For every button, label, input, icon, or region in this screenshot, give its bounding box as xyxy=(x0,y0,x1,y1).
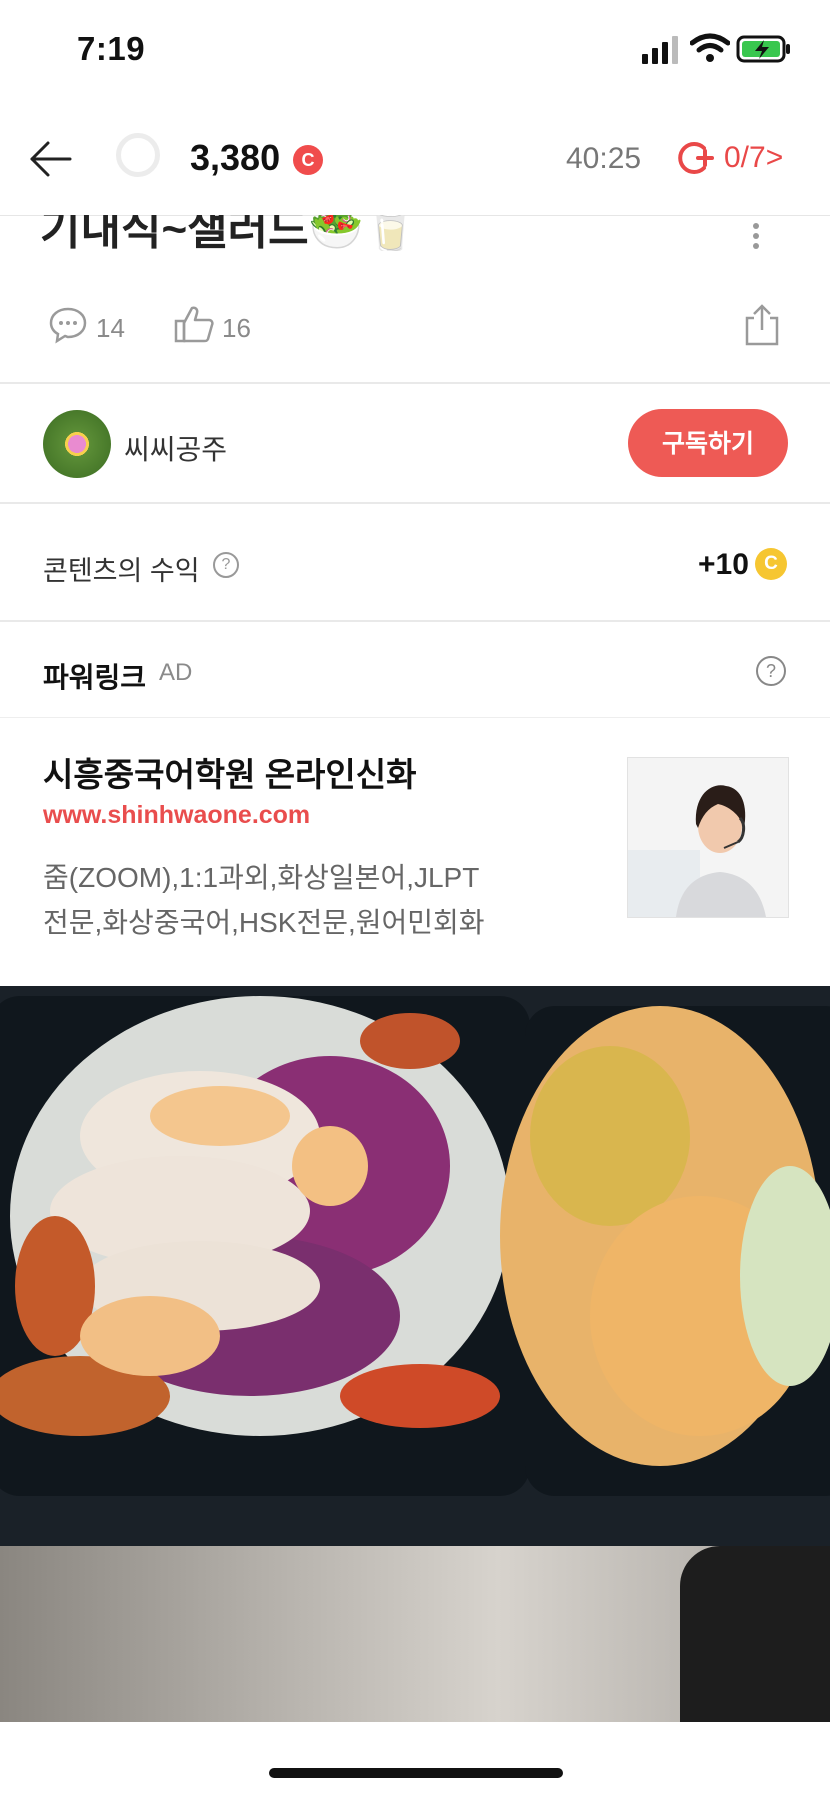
ad-tag: AD xyxy=(159,659,193,686)
comment-count: 14 xyxy=(96,313,125,343)
powerlink-title: 파워링크 xyxy=(43,662,147,693)
post-title-clip: 기내식~샐러드🥗🥛 xyxy=(40,215,640,251)
divider xyxy=(0,382,830,384)
status-time: 7:19 xyxy=(77,30,146,67)
food-photo xyxy=(0,986,830,1546)
content-revenue-label: 콘텐츠의 수익 xyxy=(43,556,200,586)
reading-progress-ring xyxy=(116,133,160,177)
battery-charging-icon xyxy=(736,35,790,63)
divider xyxy=(0,717,830,718)
ad-url-link[interactable]: www.shinhwaone.com xyxy=(43,801,310,830)
points-balance: 3,380 xyxy=(190,137,281,178)
help-icon[interactable]: ? xyxy=(756,656,786,686)
reading-timer: 40:25 xyxy=(566,142,642,175)
background-object xyxy=(680,1546,830,1722)
ad-title[interactable]: 시흥중국어학원 온라인신화 xyxy=(43,748,417,796)
coin-plus-icon[interactable] xyxy=(676,140,716,176)
subscribe-button[interactable]: 구독하기 xyxy=(628,409,788,477)
comment-icon[interactable] xyxy=(48,306,88,344)
author-avatar[interactable] xyxy=(43,410,111,478)
daily-progress-link[interactable]: 0/7> xyxy=(724,141,783,175)
divider xyxy=(0,502,830,504)
help-icon[interactable]: ? xyxy=(213,552,239,578)
content-revenue-value: +10 xyxy=(698,548,749,581)
home-indicator[interactable] xyxy=(269,1768,563,1778)
like-icon[interactable] xyxy=(173,304,215,344)
share-icon[interactable] xyxy=(744,304,780,346)
post-title: 기내식~샐러드🥗🥛 xyxy=(40,215,419,251)
coin-icon: C xyxy=(293,145,323,175)
like-count: 16 xyxy=(222,313,251,343)
back-arrow-icon[interactable] xyxy=(26,137,76,181)
gold-coin-icon: C xyxy=(755,548,787,580)
ad-description: 전문,화상중국어,HSK전문,원어민회화 xyxy=(43,907,485,938)
more-options-icon[interactable] xyxy=(752,222,760,250)
ad-thumbnail-image[interactable] xyxy=(627,757,789,918)
divider xyxy=(0,620,830,622)
author-name[interactable]: 씨씨공주 xyxy=(124,428,227,468)
ad-description: 줌(ZOOM),1:1과외,화상일본어,JLPT xyxy=(43,862,480,893)
wifi-icon xyxy=(690,33,730,62)
cellular-signal-icon xyxy=(642,36,678,64)
